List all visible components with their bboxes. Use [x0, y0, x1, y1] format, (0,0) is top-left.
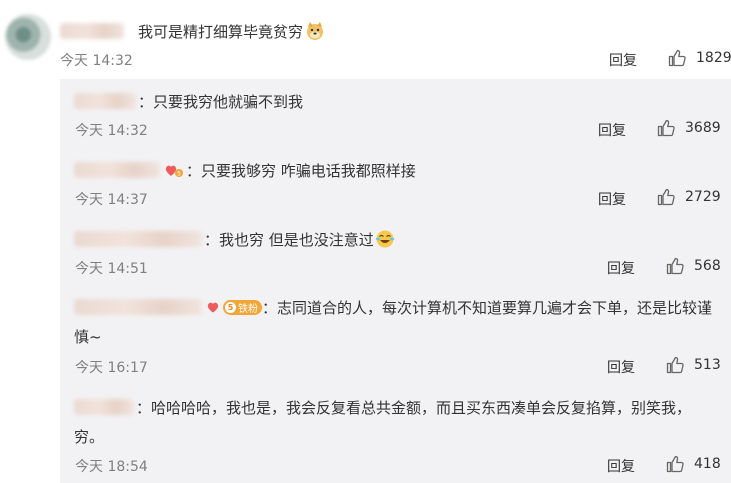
like-button[interactable]: 513 — [665, 355, 721, 375]
reply-time: 今天 18:54 — [75, 459, 148, 475]
thumbs-up-icon — [668, 49, 686, 67]
reply-text-line1: 哈哈哈哈，我也是，我会反复看总共金额，而且买东西凑单会反复掐算，别笑我， — [151, 398, 692, 417]
reply-button[interactable]: 回复 — [607, 456, 635, 476]
reply-text: 我也穷 但是也没注意过 — [219, 230, 374, 249]
blurred-username[interactable] — [74, 93, 136, 109]
reply-time: 今天 14:32 — [75, 123, 148, 139]
comment-time: 今天 14:32 — [60, 53, 133, 69]
avatar[interactable] — [5, 14, 51, 60]
like-count: 2729 — [685, 189, 721, 205]
blurred-username[interactable] — [74, 162, 160, 178]
like-button[interactable]: 3689 — [656, 118, 721, 138]
blurred-username[interactable] — [60, 23, 124, 39]
like-button[interactable]: 18290 — [667, 48, 731, 68]
reply-text-line2: 穷。 — [74, 428, 105, 446]
doge-emoji-icon — [307, 22, 324, 40]
reply-button[interactable]: 回复 — [609, 50, 637, 70]
like-button[interactable]: 2729 — [656, 187, 721, 207]
thumbs-up-icon — [666, 257, 684, 275]
blurred-username[interactable] — [74, 299, 202, 315]
laugh-cry-emoji-icon — [375, 230, 394, 248]
reply-time: 今天 14:37 — [75, 192, 148, 208]
fan-level: 5 — [225, 301, 236, 313]
svg-text:5: 5 — [177, 171, 181, 178]
blurred-username[interactable] — [74, 399, 134, 415]
reply-button[interactable]: 回复 — [598, 189, 626, 209]
like-count: 513 — [694, 357, 721, 373]
reply-text: 只要我穷他就骗不到我 — [153, 92, 304, 111]
thumbs-up-icon — [666, 356, 684, 374]
reply-button[interactable]: 回复 — [607, 357, 635, 377]
reply-time: 今天 14:51 — [75, 261, 148, 277]
blurred-username[interactable] — [74, 231, 202, 247]
reply-text-line2: 慎~ — [74, 328, 102, 346]
reply-button[interactable]: 回复 — [598, 120, 626, 140]
thumbs-up-icon — [666, 455, 684, 473]
reply-time: 今天 16:17 — [75, 360, 148, 376]
reply-button[interactable]: 回复 — [607, 258, 635, 278]
like-count: 568 — [694, 258, 721, 274]
fan-badge: 5 铁粉 — [223, 299, 262, 315]
fan-badge-label: 铁粉 — [238, 303, 258, 315]
like-count: 418 — [694, 456, 721, 472]
like-button[interactable]: 568 — [665, 256, 721, 276]
heart-badge-icon: 5 — [164, 162, 184, 178]
reply-text-line1: 志同道合的人，每次计算机不知道要算几遍才会下单，还是比较谨 — [277, 298, 713, 317]
main-comment: 我可是精打细算毕竟贫穷 — [60, 17, 325, 45]
like-count: 3689 — [685, 120, 721, 136]
thumbs-up-icon — [657, 188, 675, 206]
comment-text: 我可是精打细算毕竟贫穷 — [138, 22, 304, 41]
replies-container: ： 只要我穷他就骗不到我 今天 14:32 回复 3689 5 ： 只要我够穷 … — [60, 79, 731, 483]
reply-text: 只要我够穷 咋骗电话我都照样接 — [201, 161, 416, 180]
like-count: 18290 — [696, 50, 731, 66]
thumbs-up-icon — [657, 119, 675, 137]
like-button[interactable]: 418 — [665, 454, 721, 474]
heart-badge-icon — [206, 299, 220, 315]
